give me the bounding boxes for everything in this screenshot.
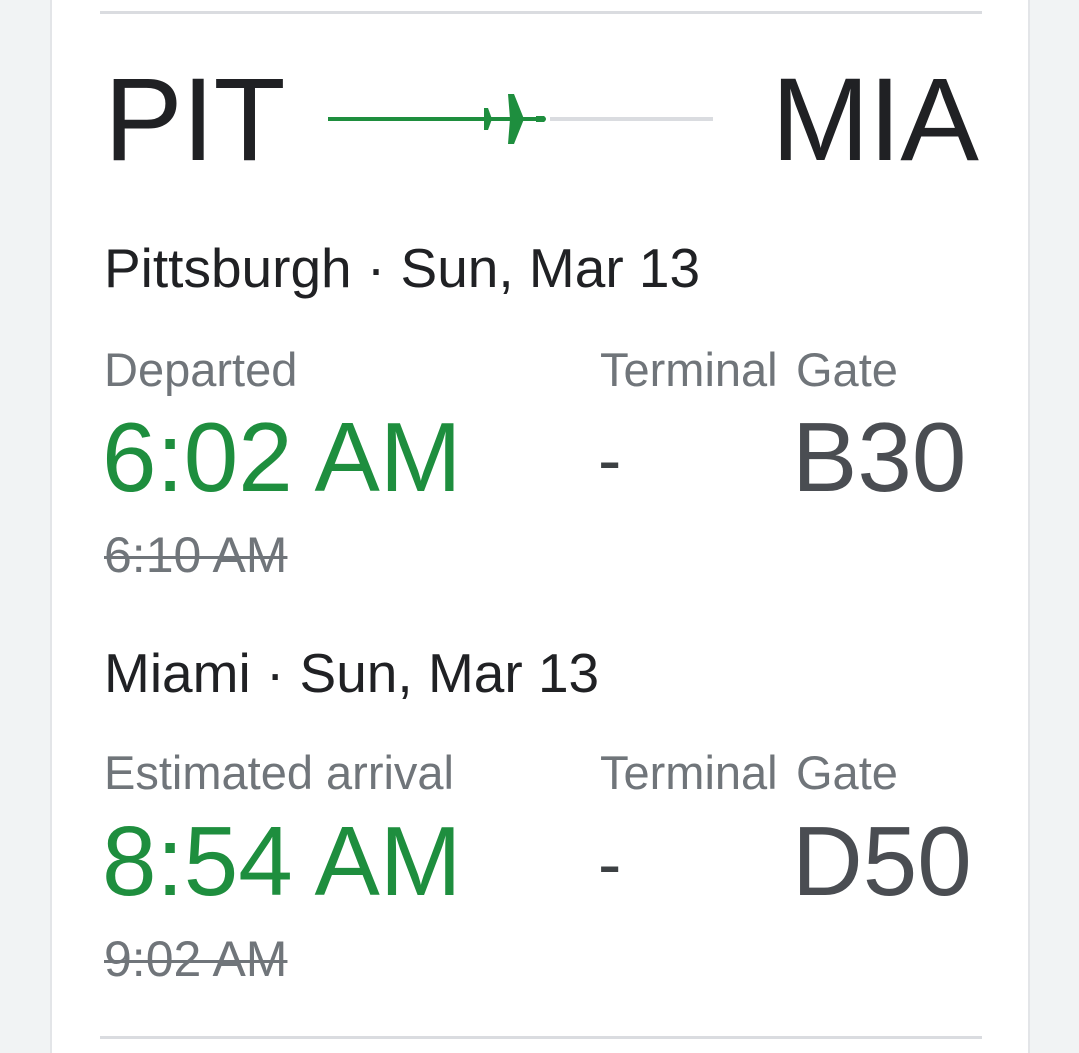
departure-actual-time: 6:02 AM	[102, 402, 462, 512]
departure-status-label: Departed	[104, 343, 298, 396]
remaining-route-line	[550, 117, 713, 121]
departure-terminal-label: Terminal	[600, 343, 778, 396]
arrival-city-date: Miami · Sun, Mar 13	[104, 642, 600, 704]
departure-city-date: Pittsburgh · Sun, Mar 13	[104, 237, 701, 299]
airplane-icon	[478, 94, 546, 144]
departure-scheduled-time: 6:10 AM	[104, 527, 288, 583]
arrival-gate-value: D50	[792, 806, 972, 916]
origin-airport-code: PIT	[104, 54, 286, 186]
flight-progress-route	[328, 88, 713, 148]
completed-route-line	[328, 117, 478, 121]
departure-gate-value: B30	[792, 402, 967, 512]
bottom-divider	[100, 1036, 982, 1039]
arrival-estimated-time: 8:54 AM	[102, 806, 462, 916]
arrival-terminal-label: Terminal	[600, 746, 778, 799]
flight-status-card: PIT MIA Pittsburgh · Sun, Mar 13 Departe…	[50, 0, 1030, 1053]
arrival-terminal-value: -	[598, 825, 622, 903]
top-divider	[100, 11, 982, 14]
arrival-scheduled-time: 9:02 AM	[104, 931, 288, 987]
arrival-gate-label: Gate	[796, 746, 898, 799]
destination-airport-code: MIA	[771, 54, 979, 186]
departure-terminal-value: -	[598, 421, 622, 499]
departure-gate-label: Gate	[796, 343, 898, 396]
arrival-status-label: Estimated arrival	[104, 746, 454, 799]
